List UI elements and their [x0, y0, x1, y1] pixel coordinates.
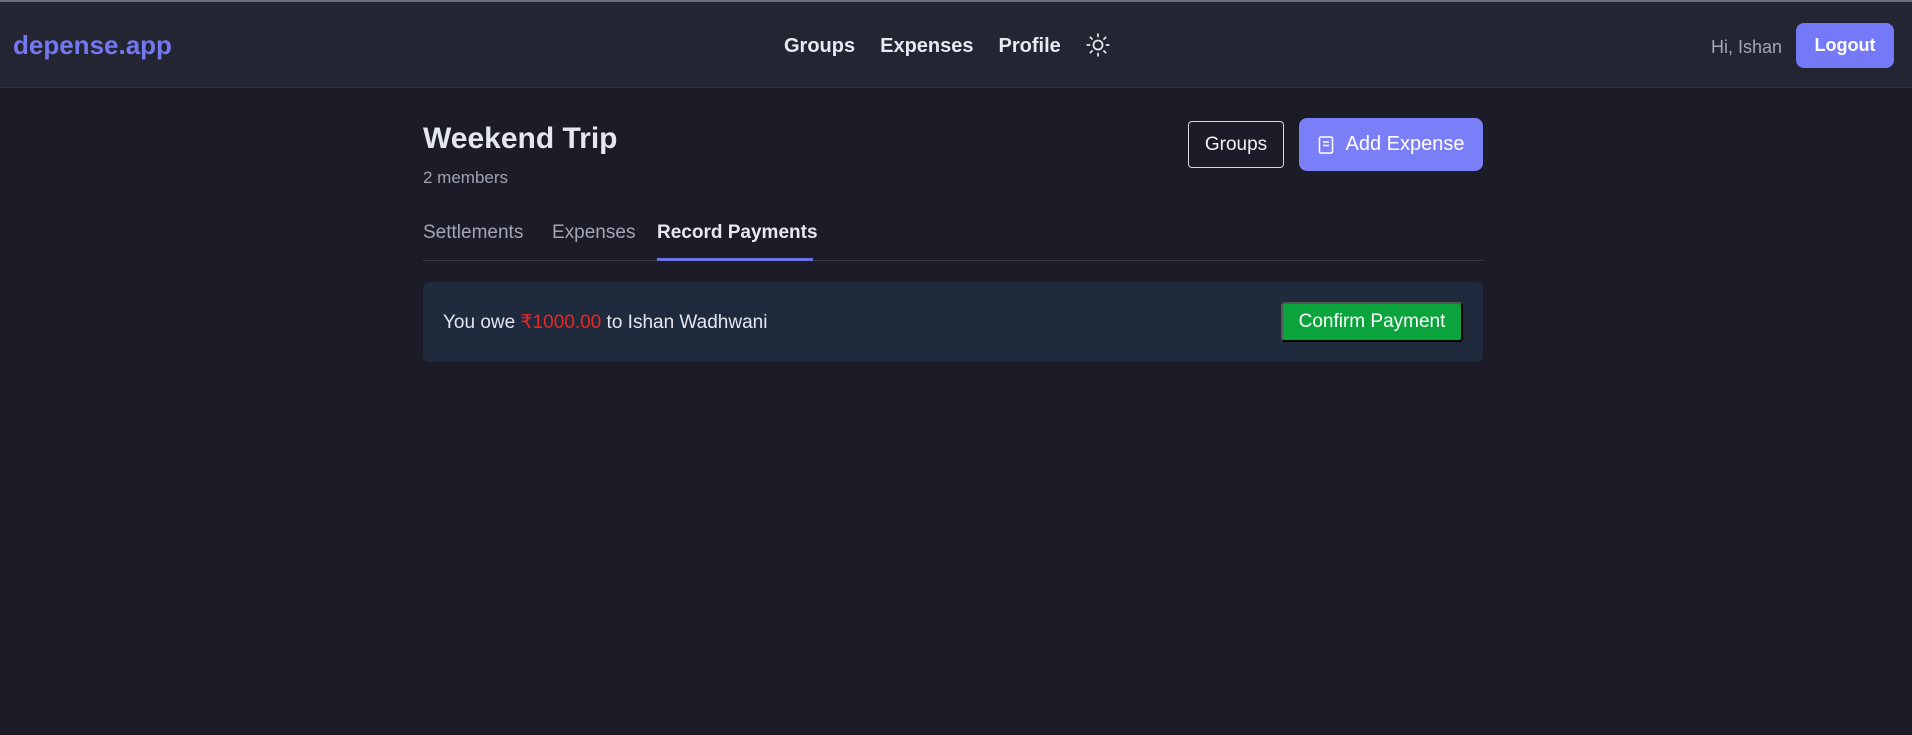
payment-recipient: to Ishan Wadhwani: [606, 312, 768, 333]
logout-button[interactable]: Logout: [1796, 23, 1894, 68]
active-tab-indicator: [657, 258, 813, 261]
navbar: depense.app Groups Expenses Profile Hi, …: [0, 2, 1912, 88]
payment-amount: ₹1000.00: [520, 312, 602, 333]
tab-record-payments[interactable]: Record Payments: [657, 222, 818, 244]
page-title: Weekend Trip: [423, 122, 618, 155]
sun-icon[interactable]: [1085, 32, 1111, 58]
user-greeting: Hi, Ishan: [1711, 37, 1783, 57]
add-expense-button[interactable]: Add Expense: [1299, 118, 1483, 171]
add-expense-label: Add Expense: [1345, 133, 1465, 155]
groups-button[interactable]: Groups: [1188, 121, 1284, 168]
nav-link-expenses[interactable]: Expenses: [880, 35, 973, 58]
confirm-payment-button[interactable]: Confirm Payment: [1281, 302, 1463, 342]
tab-settlements[interactable]: Settlements: [423, 222, 523, 244]
tab-expenses[interactable]: Expenses: [552, 222, 635, 244]
nav-links: Groups Expenses Profile: [784, 32, 1111, 58]
tab-bar: Settlements Expenses Record Payments: [423, 222, 1483, 261]
nav-link-profile[interactable]: Profile: [999, 35, 1061, 58]
payment-description: You owe ₹1000.00 to Ishan Wadhwani: [443, 311, 767, 334]
nav-link-groups[interactable]: Groups: [784, 35, 855, 58]
document-icon: [1318, 135, 1333, 154]
payment-prefix: You owe: [443, 312, 516, 333]
payment-card: You owe ₹1000.00 to Ishan Wadhwani Confi…: [423, 282, 1483, 362]
brand-logo[interactable]: depense.app: [13, 30, 172, 61]
members-count: 2 members: [423, 168, 509, 187]
